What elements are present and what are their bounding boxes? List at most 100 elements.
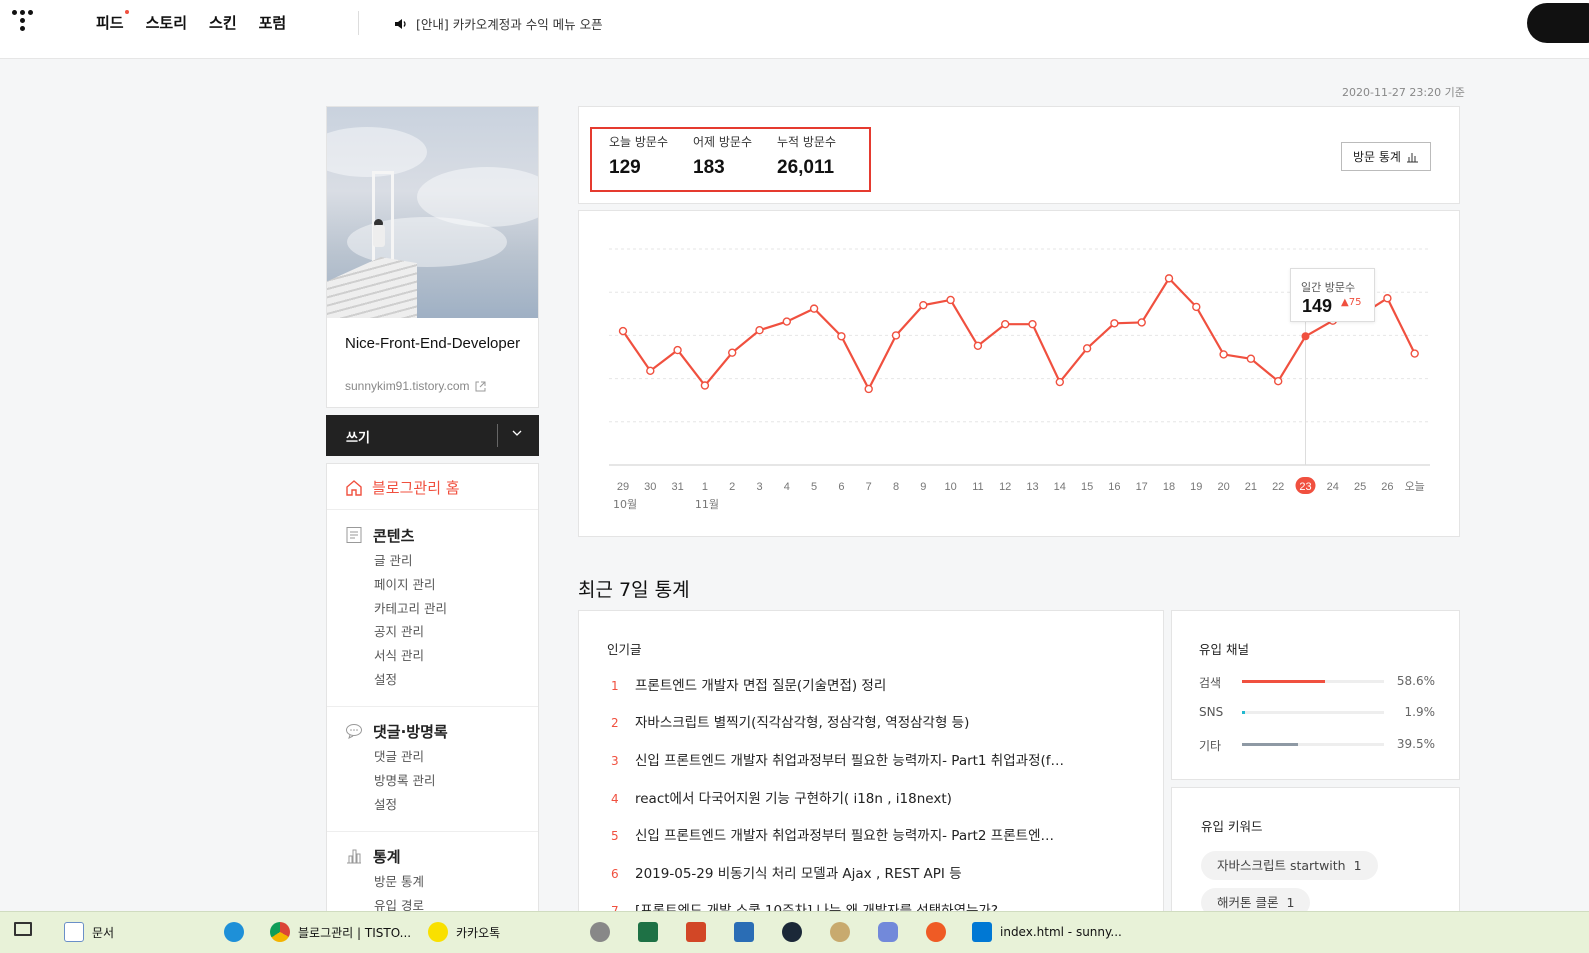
nav-forum[interactable]: 포럼 — [259, 12, 287, 33]
sidebar-item-comment-settings[interactable]: 설정 — [345, 793, 448, 817]
bar-chart-icon — [347, 849, 361, 864]
sidebar-item-home[interactable]: 블로그관리 홈 — [345, 477, 460, 498]
discord-icon[interactable] — [878, 922, 898, 942]
popular-post-item[interactable]: 1 프론트엔드 개발자 면접 질문(기술면접) 정리 — [611, 674, 1131, 694]
x-tick-label: 2 — [729, 481, 735, 493]
sidebar-section-stats: 통계 방문 통계 유입 경로 — [345, 845, 424, 918]
taskbar-item-vscode[interactable]: index.html - sunny... — [972, 922, 1122, 942]
editor-app-icon[interactable] — [734, 922, 754, 942]
chrome-icon — [270, 922, 290, 942]
account-button[interactable] — [1527, 3, 1589, 43]
x-tick-label: 8 — [893, 481, 899, 493]
x-tick-label: 3 — [756, 481, 762, 493]
popular-post-item[interactable]: 2 자바스크립트 별찍기(직각삼각형, 정삼각형, 역정삼각형 등) — [611, 711, 1131, 731]
task-view-icon[interactable] — [14, 922, 32, 936]
blog-profile-image[interactable] — [327, 107, 538, 318]
nav-story[interactable]: 스토리 — [146, 12, 187, 33]
sidebar-section-header[interactable]: 통계 — [345, 845, 424, 867]
x-tick-label: 오늘 — [1405, 480, 1425, 493]
write-button-divider — [497, 424, 498, 447]
sidebar-section-header[interactable]: 콘텐츠 — [345, 524, 447, 546]
blog-url-link[interactable]: sunnykim91.tistory.com — [345, 379, 486, 393]
section-title: 댓글·방명록 — [373, 722, 448, 741]
sidebar-item-comment-manage[interactable]: 댓글 관리 — [345, 745, 448, 769]
x-tick-label: 10 — [944, 481, 956, 493]
x-tick-label: 26 — [1381, 481, 1393, 493]
sidebar-item-category-manage[interactable]: 카테고리 관리 — [345, 597, 447, 621]
write-button[interactable]: 쓰기 — [326, 415, 539, 456]
sidebar-item-template-manage[interactable]: 서식 관리 — [345, 644, 447, 668]
bar-chart-icon — [1406, 152, 1418, 162]
taskbar-item-label: 카카오톡 — [456, 925, 501, 940]
data-point-highlighted — [1301, 332, 1310, 341]
excel-icon[interactable] — [638, 922, 658, 942]
line-chart-svg: 29 30 31 1 2 3 4 5 6 7 8 9 10 11 12 13 14 15 16 17 18 19 20 21 2… — [609, 248, 1430, 511]
visit-summary-card: 오늘 방문수 129 어제 방문수 183 누적 방문수 26,011 방문 통… — [578, 106, 1460, 204]
x-tick-label: 9 — [920, 481, 926, 493]
sidebar-item-notice-manage[interactable]: 공지 관리 — [345, 620, 447, 644]
channel-bar-track — [1242, 680, 1384, 683]
taskbar-item-documents[interactable]: 문서 — [64, 922, 114, 942]
ie-icon[interactable] — [224, 922, 244, 942]
channel-bar-track — [1242, 743, 1384, 746]
recent-stats-title: 최근 7일 통계 — [578, 579, 690, 601]
x-tick-label: 19 — [1190, 481, 1202, 493]
channel-bar-fill — [1242, 680, 1326, 683]
x-tick-label: 15 — [1081, 481, 1093, 493]
x-tick-label: 5 — [811, 481, 817, 493]
section-title: 콘텐츠 — [373, 526, 415, 545]
document-icon — [346, 527, 362, 543]
data-point — [1082, 344, 1092, 353]
data-point — [891, 331, 901, 340]
x-tick-label: 21 — [1245, 481, 1257, 493]
data-point — [1137, 318, 1146, 327]
sidebar-item-home-label: 블로그관리 홈 — [372, 479, 460, 497]
popular-post-item[interactable]: 6 2019-05-29 비동기식 처리 모델과 Ajax , REST API … — [611, 862, 1131, 882]
popular-post-item[interactable]: 5 신입 프론트엔드 개발자 취업과정부터 필요한 능력까지- Part2 프론트… — [611, 824, 1131, 844]
keyword-chip[interactable]: 자바스크립트 startwith 1 — [1201, 851, 1378, 880]
nav-feed[interactable]: 피드 — [96, 10, 129, 33]
nav-skin[interactable]: 스킨 — [209, 12, 237, 33]
postman-icon[interactable] — [926, 922, 946, 942]
sidebar-item-visit-stats[interactable]: 방문 통계 — [345, 870, 424, 894]
daily-visits-chart: 29 30 31 1 2 3 4 5 6 7 8 9 10 11 12 13 14 15 16 17 18 19 20 21 2… — [578, 210, 1460, 537]
popular-post-item[interactable]: 3 신입 프론트엔드 개발자 취업과정부터 필요한 능력까지- Part1 취업과… — [611, 749, 1131, 769]
sidebar-section-header[interactable]: 댓글·방명록 — [345, 720, 448, 742]
x-tick-label: 6 — [838, 481, 844, 493]
chevron-down-icon[interactable] — [512, 428, 522, 438]
menu-divider — [327, 831, 538, 832]
powerpoint-icon[interactable] — [686, 922, 706, 942]
new-badge-dot — [124, 10, 129, 14]
write-button-label: 쓰기 — [346, 431, 370, 446]
taskbar-item-kakaotalk[interactable]: 카카오톡 — [428, 922, 500, 942]
section-title: 통계 — [373, 847, 401, 866]
sidebar-item-post-manage[interactable]: 글 관리 — [345, 549, 447, 573]
sidebar-section-contents: 콘텐츠 글 관리 페이지 관리 카테고리 관리 공지 관리 서식 관리 설정 — [345, 524, 447, 692]
vscode-icon — [972, 922, 992, 942]
blog-name[interactable]: Nice-Front-End-Developer — [345, 333, 525, 354]
data-point — [1110, 319, 1119, 328]
x-tick-label: 16 — [1108, 481, 1120, 493]
data-point — [946, 295, 955, 305]
settings-app-icon[interactable] — [590, 922, 610, 942]
visit-stats-button[interactable]: 방문 통계 — [1341, 142, 1431, 171]
x-month-label: 11월 — [695, 498, 719, 511]
notice-banner[interactable]: [안내] 카카오계정과 수익 메뉴 오픈 — [394, 14, 603, 33]
tooltip-value: 149 — [1302, 296, 1333, 316]
sidebar-item-content-settings[interactable]: 설정 — [345, 668, 447, 692]
game-app-icon[interactable] — [830, 922, 850, 942]
home-icon — [346, 479, 362, 496]
stat-yesterday-value: 183 — [693, 157, 725, 178]
sidebar-item-guestbook-manage[interactable]: 방명록 관리 — [345, 769, 448, 793]
speaker-icon — [395, 18, 406, 29]
x-tick-label: 20 — [1217, 481, 1229, 493]
menu-divider — [327, 706, 538, 707]
steam-icon[interactable] — [782, 922, 802, 942]
stat-total-label: 누적 방문수 — [777, 135, 837, 149]
data-point — [1001, 319, 1010, 329]
tistory-logo-icon[interactable] — [12, 10, 38, 36]
x-tick-label: 24 — [1327, 481, 1339, 493]
popular-post-item[interactable]: 4 react에서 다국어지원 기능 구현하기( i18n , i18next) — [611, 787, 1131, 807]
taskbar-item-chrome[interactable]: 블로그관리 | TISTO... — [270, 922, 411, 942]
sidebar-item-page-manage[interactable]: 페이지 관리 — [345, 573, 447, 597]
